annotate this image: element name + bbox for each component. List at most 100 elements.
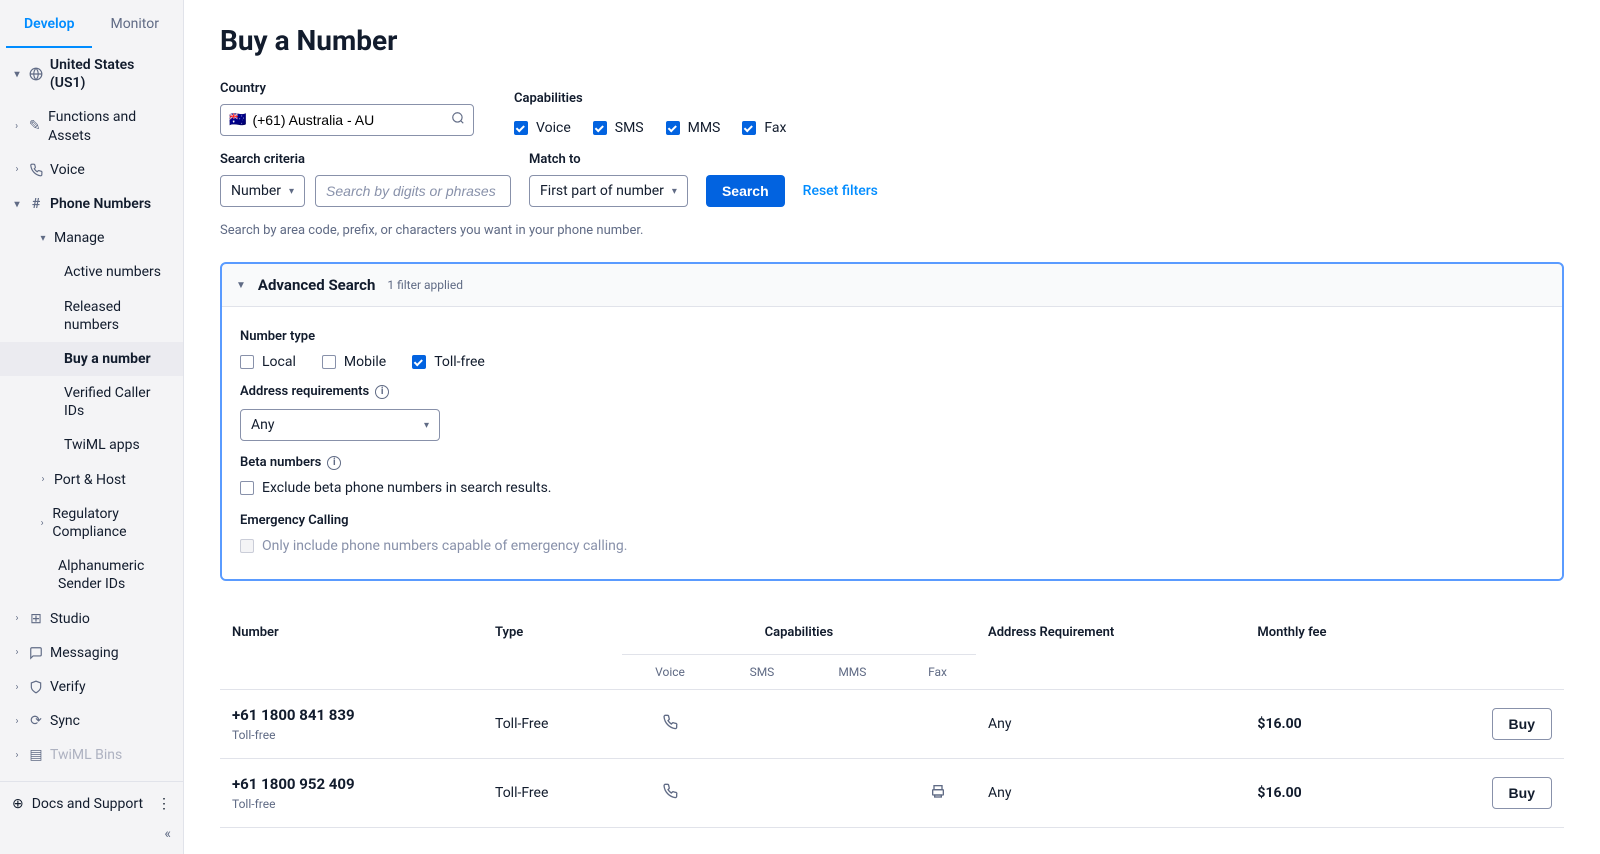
search-button[interactable]: Search [706, 175, 785, 207]
col-fee: Monthly fee [1245, 611, 1412, 690]
sidebar-item-twiml-apps[interactable]: TwiML apps [0, 428, 183, 462]
sidebar-item-voice[interactable]: › Voice [0, 153, 183, 187]
filter-count-badge: 1 filter applied [387, 278, 463, 292]
collapse-sidebar-icon[interactable]: « [164, 826, 171, 842]
sidebar-item-released-numbers[interactable]: Released numbers [0, 290, 183, 342]
sidebar-item-verify[interactable]: › Verify [0, 670, 183, 704]
country-input[interactable]: 🇦🇺 [220, 104, 474, 136]
region-selector[interactable]: ▾ United States (US1) [0, 48, 183, 100]
address-req-select[interactable]: Any▾ [240, 409, 440, 441]
globe-icon [28, 66, 44, 82]
tab-develop[interactable]: Develop [6, 0, 92, 48]
checkbox-exclude-beta[interactable]: Exclude beta phone numbers in search res… [240, 480, 551, 496]
checkbox-mobile[interactable]: Mobile [322, 354, 386, 370]
cap-fax [899, 690, 976, 759]
sidebar-item-port-host[interactable]: ›Port & Host [0, 463, 183, 497]
number-type-label: Number type [240, 329, 1544, 344]
studio-icon: ⊞ [28, 611, 44, 627]
cap-mms [806, 690, 899, 759]
main-content: Buy a Number Country 🇦🇺 Capabilities Voi… [184, 0, 1600, 854]
sidebar-item-sync[interactable]: ›⟳ Sync [0, 704, 183, 738]
cap-sms [718, 759, 805, 828]
cap-voice [622, 690, 718, 759]
col-type: Type [483, 611, 622, 690]
sidebar-item-alphanumeric[interactable]: Alphanumeric Sender IDs [0, 549, 183, 601]
result-type: Toll-Free [483, 759, 622, 828]
emergency-label: Emergency Calling [240, 513, 1544, 528]
buy-button[interactable]: Buy [1492, 708, 1552, 740]
result-number: +61 1800 952 409 [232, 775, 471, 793]
checkbox-mms[interactable]: MMS [666, 120, 721, 136]
info-icon[interactable]: i [327, 456, 341, 470]
result-fee: $16.00 [1245, 690, 1412, 759]
country-label: Country [220, 81, 474, 96]
match-select[interactable]: First part of number▾ [529, 175, 688, 207]
result-number: +61 1800 841 839 [232, 706, 471, 724]
search-icon[interactable] [451, 111, 465, 129]
address-req-label: Address requirements i [240, 384, 1544, 399]
beta-numbers-label: Beta numbers i [240, 455, 1544, 470]
sync-icon: ⟳ [28, 713, 44, 729]
country-field[interactable] [252, 112, 445, 128]
col-address: Address Requirement [976, 611, 1245, 690]
docs-and-support[interactable]: ⊕ Docs and Support ⋮ [0, 788, 183, 820]
result-subtype: Toll-free [232, 797, 471, 811]
subcol-voice: Voice [622, 655, 718, 690]
shield-icon [28, 679, 44, 695]
info-icon[interactable]: i [375, 385, 389, 399]
checkbox-tollfree[interactable]: Toll-free [412, 354, 485, 370]
result-subtype: Toll-free [232, 728, 471, 742]
subcol-sms: SMS [718, 655, 805, 690]
page-title: Buy a Number [220, 24, 1564, 57]
phone-icon [28, 162, 44, 178]
sidebar-item-messaging[interactable]: › Messaging [0, 636, 183, 670]
result-address: Any [976, 690, 1245, 759]
region-label: United States (US1) [50, 56, 173, 92]
sidebar-item-twiml-bins[interactable]: ›▤ TwiML Bins [0, 738, 183, 772]
message-icon [28, 645, 44, 661]
col-capabilities: Capabilities [622, 611, 976, 655]
cap-sms [718, 690, 805, 759]
more-icon[interactable]: ⋮ [157, 796, 171, 812]
capabilities-label: Capabilities [514, 91, 786, 106]
checkbox-voice[interactable]: Voice [514, 120, 571, 136]
sidebar-item-regulatory[interactable]: ›Regulatory Compliance [0, 497, 183, 549]
cap-fax [899, 759, 976, 828]
checkbox-fax[interactable]: Fax [742, 120, 786, 136]
advanced-search-panel: ▼ Advanced Search 1 filter applied Numbe… [220, 262, 1564, 581]
cap-mms [806, 759, 899, 828]
criteria-select[interactable]: Number▾ [220, 175, 305, 207]
advanced-search-toggle[interactable]: ▼ Advanced Search 1 filter applied [222, 264, 1562, 306]
chevron-down-icon: ▼ [236, 280, 246, 291]
search-input[interactable] [315, 175, 511, 207]
hash-icon: # [28, 196, 44, 212]
sidebar-item-studio[interactable]: ›⊞ Studio [0, 602, 183, 636]
sidebar-item-phone-numbers[interactable]: ▾# Phone Numbers [0, 187, 183, 221]
col-number: Number [220, 611, 483, 690]
search-criteria-label: Search criteria [220, 152, 511, 167]
search-hint: Search by area code, prefix, or characte… [220, 223, 1564, 238]
sidebar-item-buy-number[interactable]: Buy a number [0, 342, 183, 376]
table-row: +61 1800 841 839Toll-free Toll-Free Any … [220, 690, 1564, 759]
reset-filters-link[interactable]: Reset filters [803, 183, 878, 199]
checkbox-sms[interactable]: SMS [593, 120, 644, 136]
result-address: Any [976, 759, 1245, 828]
result-fee: $16.00 [1245, 759, 1412, 828]
subcol-mms: MMS [806, 655, 899, 690]
functions-icon: ✎ [27, 119, 42, 135]
sidebar: Develop Monitor ▾ United States (US1) ›✎… [0, 0, 184, 854]
sidebar-item-verified-caller-ids[interactable]: Verified Caller IDs [0, 376, 183, 428]
cap-voice [622, 759, 718, 828]
sidebar-item-manage[interactable]: ▾ Manage [0, 221, 183, 255]
docs-icon: ⊕ [12, 796, 24, 812]
checkbox-emergency: Only include phone numbers capable of em… [240, 538, 627, 554]
sidebar-item-active-numbers[interactable]: Active numbers [0, 255, 183, 289]
subcol-fax: Fax [899, 655, 976, 690]
sidebar-item-functions[interactable]: ›✎ Functions and Assets [0, 100, 183, 152]
result-type: Toll-Free [483, 690, 622, 759]
tab-monitor[interactable]: Monitor [92, 0, 177, 48]
buy-button[interactable]: Buy [1492, 777, 1552, 809]
checkbox-local[interactable]: Local [240, 354, 296, 370]
table-row: +61 1800 952 409Toll-free Toll-Free Any … [220, 759, 1564, 828]
flag-icon: 🇦🇺 [229, 112, 246, 128]
